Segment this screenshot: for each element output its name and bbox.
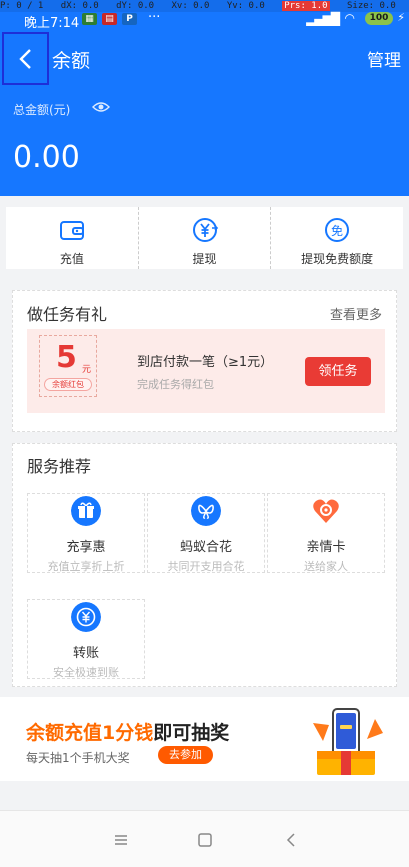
- eye-icon[interactable]: [92, 101, 110, 113]
- service-card: 服务推荐 充享惠 充值立享折上折 蚂蚁合花 共同开支用合花 亲情卡 送给家人 转…: [12, 443, 397, 687]
- charging-icon: ⚡: [397, 11, 405, 24]
- task-reward-text: 完成任务得红包: [137, 378, 214, 391]
- service-name: 蚂蚁合花: [179, 540, 232, 555]
- debug-xv: Xv: 0.0: [171, 1, 210, 11]
- coupon-value: 5: [56, 340, 77, 375]
- free-icon: 免: [325, 218, 350, 242]
- free-quota-button[interactable]: 免 提现免费额度: [271, 207, 403, 269]
- debug-dx: dX: 0.0: [60, 1, 99, 11]
- service-item-mayihehua[interactable]: 蚂蚁合花 共同开支用合花: [147, 493, 265, 573]
- coupon-unit: 元: [82, 365, 92, 375]
- debug-dy: dY: 0.0: [116, 1, 155, 11]
- heart-icon: [313, 499, 339, 523]
- service-desc: 送给家人: [304, 560, 348, 573]
- top-header: 余额 管理: [0, 30, 409, 88]
- recharge-button[interactable]: 充值: [6, 207, 139, 269]
- home-square-icon: [198, 833, 212, 847]
- banner-headline: 余额充值1分钱即可抽奖: [26, 718, 229, 745]
- home-nav-button[interactable]: [190, 827, 220, 853]
- quick-actions: 充值 提现 免 提现免费额度: [6, 207, 403, 269]
- debug-size: Size: 0.0: [347, 1, 396, 11]
- svg-text:免: 免: [331, 223, 343, 238]
- balance-amount: 0.00: [13, 140, 80, 175]
- coupon-tag: 余额红包: [44, 378, 92, 391]
- gift-icon: [71, 496, 101, 526]
- butterfly-icon: [191, 496, 221, 526]
- task-title: 做任务有礼: [27, 305, 108, 324]
- debug-p: P: 0 / 1: [0, 1, 44, 11]
- back-button[interactable]: [2, 32, 49, 85]
- phone-gift-illustration: [313, 708, 383, 775]
- balance-label: 总金额(元): [13, 103, 71, 117]
- page-title: 余额: [52, 50, 91, 72]
- back-arrow-icon: [18, 48, 31, 69]
- wallet-icon: [59, 221, 84, 240]
- service-title: 服务推荐: [27, 457, 92, 476]
- battery-icon: 100: [365, 12, 393, 25]
- app-notification-icon: ▦: [82, 13, 97, 25]
- transfer-icon: [71, 602, 101, 632]
- service-item-zhuanzhang[interactable]: 转账 安全极速到账: [27, 599, 145, 679]
- service-name: 充享惠: [66, 540, 106, 555]
- service-desc: 共同开支用合花: [167, 560, 245, 573]
- status-time: 晚上7:14: [24, 16, 80, 31]
- join-button[interactable]: 去参加: [158, 746, 213, 764]
- wifi-icon: ◠: [344, 11, 355, 25]
- banner-headline-highlight: 余额充值1分钱: [26, 722, 154, 744]
- service-item-chongxianghui[interactable]: 充享惠 充值立享折上折: [27, 493, 145, 573]
- paypal-notification-icon: P: [122, 13, 137, 25]
- withdraw-button[interactable]: 提现: [139, 207, 272, 269]
- back-nav-button[interactable]: [276, 827, 306, 853]
- app-notification-icon: ▤: [102, 13, 117, 25]
- service-name: 亲情卡: [306, 540, 346, 555]
- promo-banner[interactable]: 余额充值1分钱即可抽奖 每天抽1个手机大奖 去参加: [0, 697, 409, 781]
- menu-icon: [115, 835, 127, 845]
- menu-nav-button[interactable]: [106, 827, 136, 853]
- recharge-label: 充值: [59, 252, 84, 266]
- task-description: 到店付款一笔（≥1元）: [137, 355, 274, 370]
- service-desc: 充值立享折上折: [47, 560, 125, 573]
- task-card: 做任务有礼 查看更多 5 元 余额红包 到店付款一笔（≥1元） 完成任务得红包 …: [12, 290, 397, 432]
- system-nav-bar: [0, 810, 409, 867]
- balance-panel: 总金额(元) 0.00: [0, 88, 409, 196]
- free-quota-label: 提现免费额度: [301, 252, 374, 266]
- more-notifications-icon: ···: [148, 10, 161, 25]
- coupon-badge: 5 元 余额红包: [39, 335, 97, 397]
- banner-headline-rest: 即可抽奖: [153, 722, 230, 744]
- withdraw-label: 提现: [192, 252, 217, 266]
- service-desc: 安全极速到账: [53, 666, 119, 679]
- debug-pointer-bar: P: 0 / 1 dX: 0.0 dY: 0.0 Xv: 0.0 Yv: 0.0…: [0, 0, 409, 12]
- debug-prs: Prs: 1.0: [282, 1, 330, 11]
- task-item[interactable]: 5 元 余额红包 到店付款一笔（≥1元） 完成任务得红包 领任务: [27, 329, 385, 413]
- claim-task-button[interactable]: 领任务: [305, 357, 371, 386]
- withdraw-icon: [192, 218, 218, 242]
- banner-subtitle: 每天抽1个手机大奖: [26, 751, 130, 765]
- service-name: 转账: [72, 646, 99, 661]
- service-item-qinqingka[interactable]: 亲情卡 送给家人: [267, 493, 385, 573]
- signal-icon: ▂▄▆█: [306, 12, 340, 26]
- debug-yv: Yv: 0.0: [226, 1, 265, 11]
- manage-button[interactable]: 管理: [367, 46, 401, 71]
- view-more-link[interactable]: 查看更多: [330, 304, 382, 323]
- nav-back-icon: [286, 833, 295, 847]
